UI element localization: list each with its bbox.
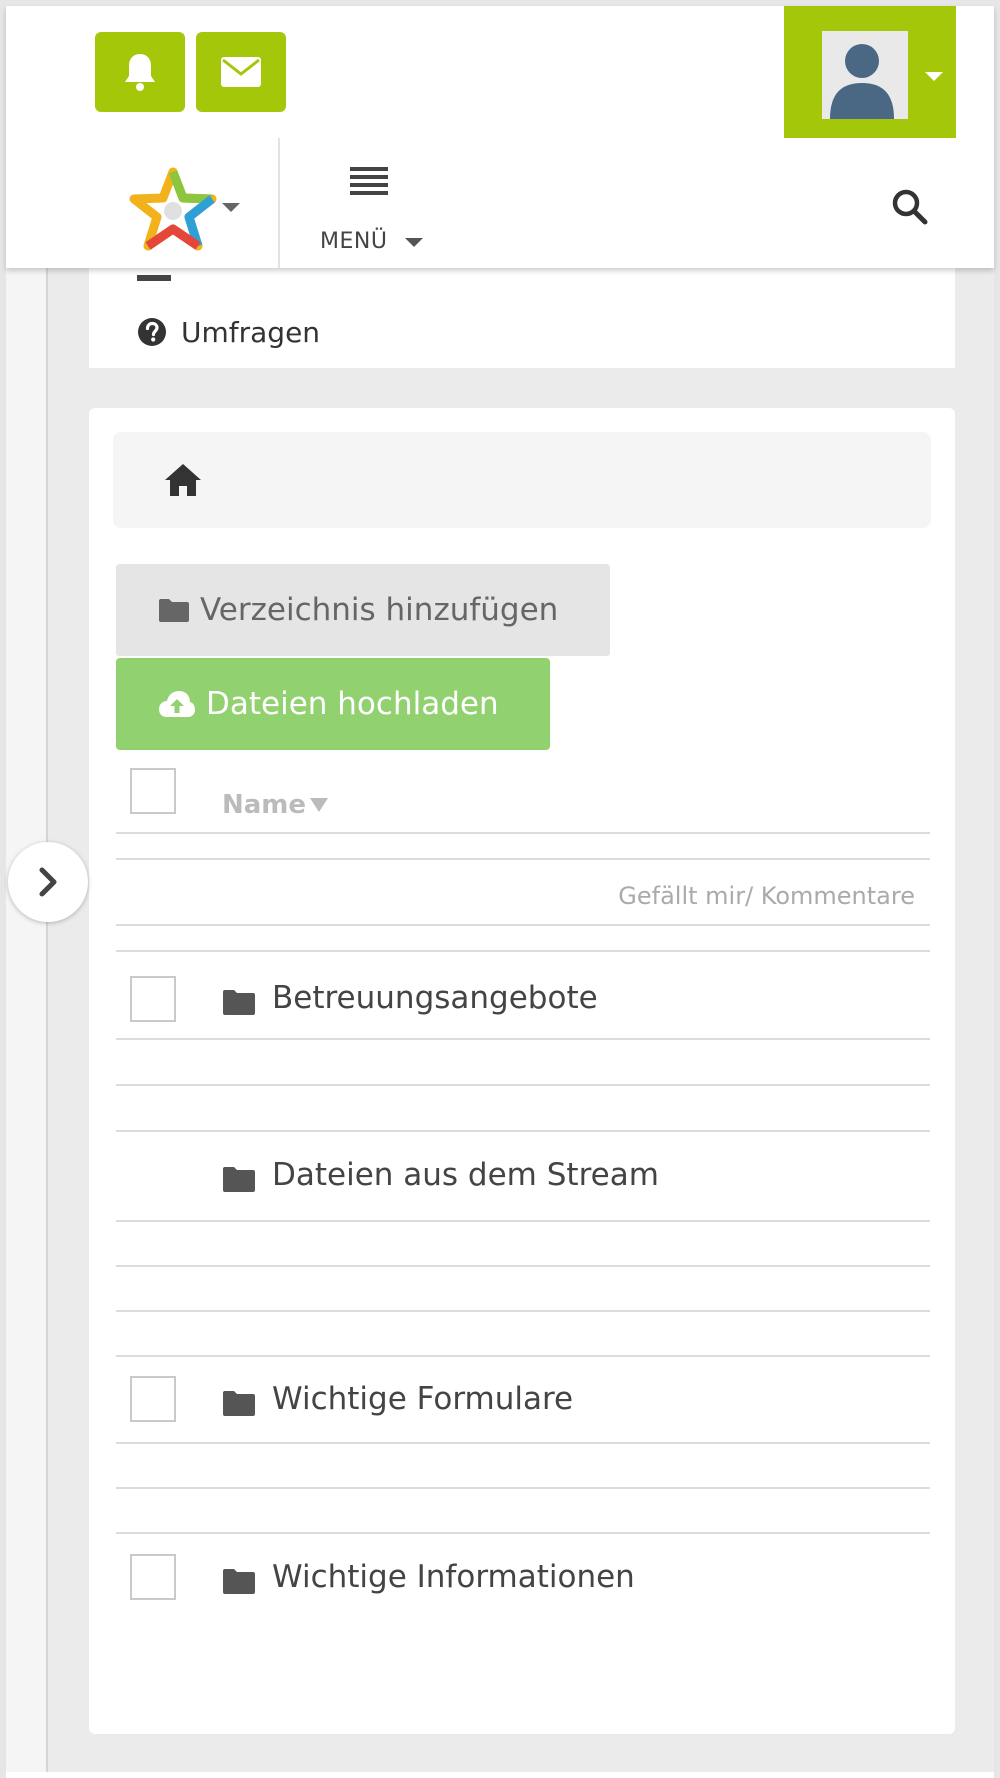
divider: [116, 1355, 930, 1357]
row-checkbox[interactable]: [130, 1376, 176, 1422]
upload-files-label: Dateien hochladen: [206, 686, 499, 722]
divider: [116, 1220, 930, 1222]
divider: [116, 1265, 930, 1267]
divider: [116, 1084, 930, 1086]
profile-menu-button[interactable]: [784, 6, 956, 138]
chevron-right-icon: [39, 867, 57, 897]
chevron-down-icon: [925, 72, 943, 81]
folder-icon: [222, 1567, 256, 1599]
nav-item-umfragen[interactable]: Umfragen: [137, 312, 320, 352]
add-directory-button[interactable]: Verzeichnis hinzufügen: [116, 564, 610, 656]
folder-link[interactable]: Dateien aus dem Stream: [272, 1157, 659, 1193]
window-frame-right: [994, 0, 1000, 1778]
divider: [116, 1532, 930, 1534]
divider: [116, 1487, 930, 1489]
breadcrumb: [113, 432, 931, 528]
files-card: Verzeichnis hinzufügen Dateien hochladen…: [89, 408, 955, 1734]
add-directory-label: Verzeichnis hinzufügen: [200, 592, 559, 628]
folder-link[interactable]: Betreuungsangebote: [272, 980, 598, 1016]
upload-files-button[interactable]: Dateien hochladen: [116, 658, 550, 750]
avatar: [822, 31, 908, 119]
app-logo[interactable]: [128, 166, 218, 256]
top-header: MENÜ: [6, 6, 994, 268]
sidebar-toggle-button[interactable]: [8, 842, 88, 922]
row-checkbox[interactable]: [130, 976, 176, 1022]
column-header-likes: Gefällt mir/ Kommentare: [618, 882, 915, 910]
hamburger-icon: [350, 167, 388, 195]
folder-icon: [159, 599, 189, 622]
select-all-checkbox[interactable]: [130, 768, 176, 814]
divider: [116, 1442, 930, 1444]
star-logo-icon: [129, 167, 217, 251]
folder-icon: [222, 1165, 256, 1197]
question-circle-icon: [138, 318, 166, 346]
divider: [116, 1038, 930, 1040]
envelope-icon: [221, 57, 261, 87]
divider: [116, 1130, 930, 1132]
column-header-name[interactable]: Name: [222, 790, 329, 820]
divider: [116, 832, 930, 834]
menu-label: MENÜ: [320, 229, 388, 254]
divider: [116, 858, 930, 860]
divider: [116, 924, 930, 926]
row-checkbox[interactable]: [130, 1554, 176, 1600]
folder-icon: [222, 1389, 256, 1421]
nav-item-label: Umfragen: [181, 315, 321, 349]
divider: [116, 1310, 930, 1312]
home-icon[interactable]: [163, 462, 203, 502]
calendar-icon: [137, 268, 171, 287]
search-icon: [892, 189, 928, 225]
chevron-down-icon[interactable]: [222, 203, 240, 212]
folder-link[interactable]: Wichtige Informationen: [272, 1559, 635, 1595]
folder-link[interactable]: Wichtige Formulare: [272, 1381, 573, 1417]
column-name-label: Name: [222, 790, 307, 820]
left-sidebar-strip: [6, 268, 48, 1772]
messages-button[interactable]: [196, 32, 286, 112]
chevron-down-icon: [405, 238, 423, 247]
user-silhouette-icon: [830, 44, 894, 119]
bell-icon: [125, 54, 155, 91]
divider: [116, 950, 930, 952]
folder-icon: [222, 988, 256, 1020]
sort-down-icon: [310, 798, 329, 812]
header-divider: [278, 138, 280, 268]
menu-button[interactable]: MENÜ: [306, 161, 436, 261]
cloud-upload-icon: [159, 691, 195, 717]
notifications-button[interactable]: [95, 32, 185, 112]
search-button[interactable]: [890, 187, 930, 227]
